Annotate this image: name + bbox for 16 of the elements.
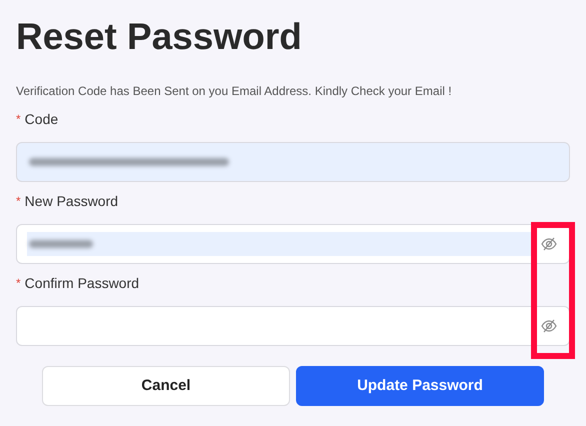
field-label: New Password [24,192,118,210]
required-asterisk: * [16,275,21,292]
eye-off-icon[interactable] [541,319,557,333]
required-asterisk: * [16,193,21,210]
field-label: Confirm Password [24,274,140,292]
blurred-value [29,240,93,248]
page-title: Reset Password [16,15,303,59]
eye-off-icon[interactable] [541,237,557,251]
required-asterisk: * [16,111,21,128]
cancel-button[interactable]: Cancel [42,366,290,406]
input-field[interactable] [16,306,570,346]
field-label: Code [24,110,58,128]
input-field[interactable] [16,224,570,264]
input-field[interactable] [16,142,570,182]
update-button[interactable]: Update Password [296,366,544,406]
instruction-text: Verification Code has Been Sent on you Email Address. Kindly Check your Email ! [16,83,453,100]
